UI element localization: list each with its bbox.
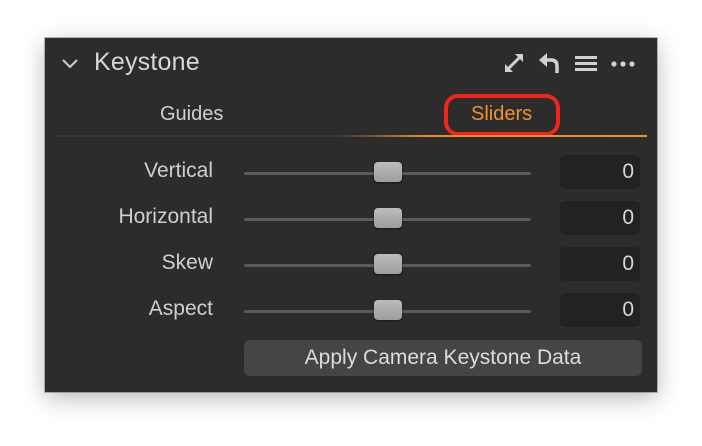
slider-thumb[interactable] xyxy=(373,300,402,320)
slider-row-aspect: Aspect 0 xyxy=(45,293,657,329)
tab-sliders[interactable]: Sliders xyxy=(471,103,532,126)
slider-label: Aspect xyxy=(148,297,213,320)
menu-icon[interactable] xyxy=(574,52,598,74)
keystone-panel: Keystone Guides Sliders Vertical 0 Horiz… xyxy=(45,38,657,392)
tab-bar: Guides Sliders xyxy=(45,94,657,138)
value-field[interactable]: 0 xyxy=(560,247,640,281)
slider-thumb[interactable] xyxy=(373,208,402,228)
slider-label: Horizontal xyxy=(118,205,213,228)
value-field[interactable]: 0 xyxy=(560,293,640,327)
slider-thumb[interactable] xyxy=(373,162,402,182)
chevron-down-icon[interactable] xyxy=(61,55,79,73)
slider-row-skew: Skew 0 xyxy=(45,247,657,283)
panel-title: Keystone xyxy=(94,48,200,76)
more-icon[interactable] xyxy=(610,52,636,74)
tab-guides[interactable]: Guides xyxy=(160,103,223,126)
slider-label: Skew xyxy=(161,251,213,274)
apply-camera-keystone-button[interactable]: Apply Camera Keystone Data xyxy=(244,340,642,376)
slider-label: Vertical xyxy=(144,159,213,182)
reset-icon[interactable] xyxy=(538,52,560,74)
panel-header: Keystone xyxy=(45,38,657,90)
value-field[interactable]: 0 xyxy=(560,201,640,235)
expand-icon[interactable] xyxy=(503,52,525,74)
tab-underline xyxy=(57,135,647,137)
value-field[interactable]: 0 xyxy=(560,155,640,189)
slider-row-vertical: Vertical 0 xyxy=(45,155,657,191)
slider-thumb[interactable] xyxy=(373,254,402,274)
slider-row-horizontal: Horizontal 0 xyxy=(45,201,657,237)
